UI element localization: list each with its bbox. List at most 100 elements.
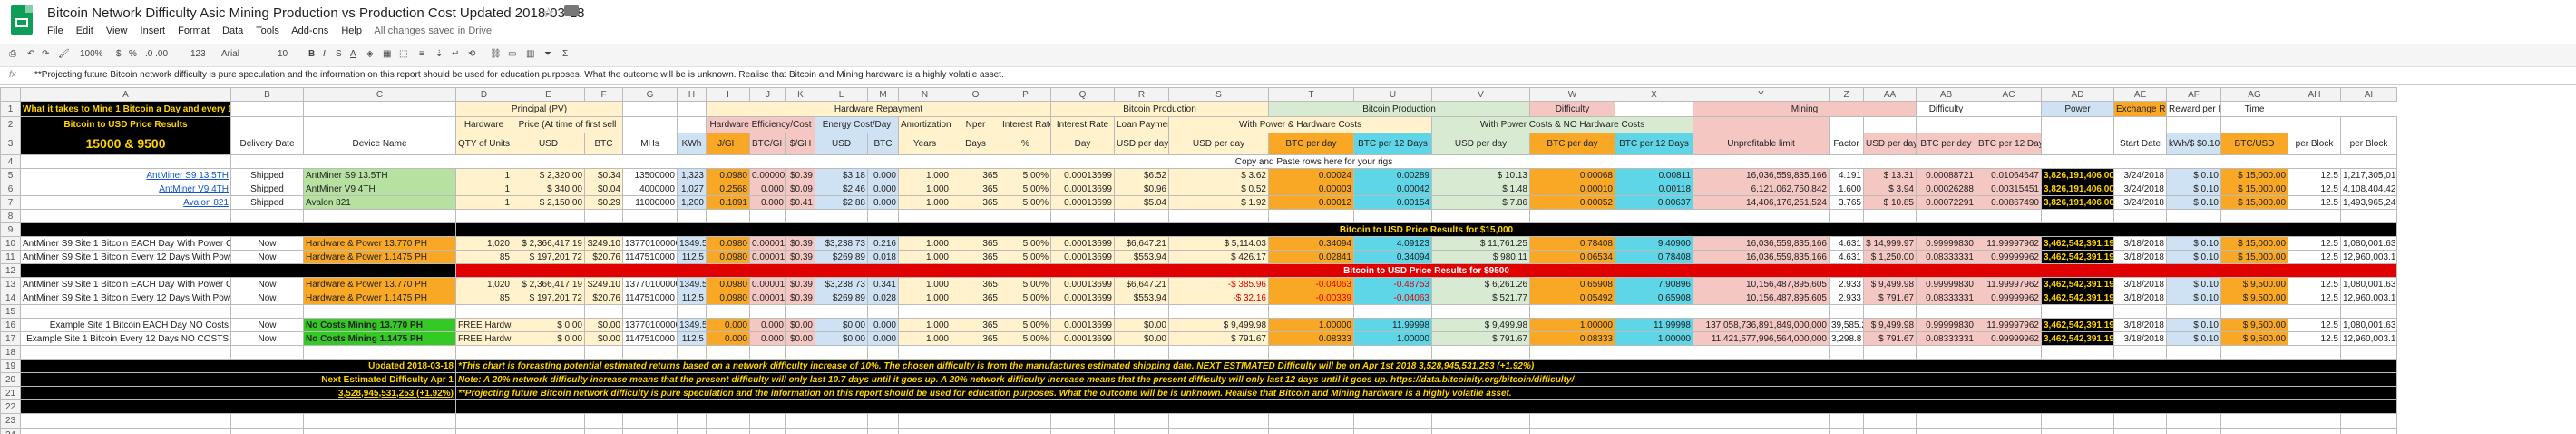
cell-d[interactable]: FREE Hardware [455,331,512,346]
cell-ag[interactable]: $ 15,000.00 [2220,250,2288,264]
cell[interactable] [2220,413,2288,429]
cell-j[interactable]: 0.000 [749,182,786,196]
footer-updated[interactable]: Updated 2018-03-18 [20,359,456,373]
cell-ag[interactable]: $ 9,500.00 [2220,331,2288,346]
cell-i[interactable]: 0.2568 [706,182,750,196]
col-label-btcperday[interactable]: BTC per day [1268,133,1354,155]
int-rate2-header[interactable]: Interest Rate [1050,116,1115,133]
cell[interactable] [1529,209,1615,223]
cell-t[interactable]: 0.08333 [1268,331,1354,346]
cell-aa[interactable]: $ 9,499.98 [1863,277,1917,291]
cell-q[interactable]: 0.00013699 [1050,277,1115,291]
cell-af[interactable]: $ 0.10 [2166,182,2221,196]
column-header[interactable]: C [303,87,456,102]
cell-n[interactable]: 1.000 [898,168,951,182]
cell[interactable] [230,101,304,117]
btc-prod-header[interactable]: Bitcoin Production [1050,101,1269,117]
row-header[interactable]: 17 [0,331,21,346]
cell-ab[interactable]: 0.00072291 [1916,195,1976,210]
cell[interactable] [1976,304,2042,319]
cell-e[interactable]: $ 2,366,417.19 [512,277,585,291]
cell[interactable] [785,428,815,434]
cell-p[interactable]: 5.00% [1000,331,1051,346]
cell[interactable] [1268,345,1354,360]
cell-a[interactable]: AntMiner S9 Site 1 Bitcoin EACH Day With… [20,277,231,291]
cell-d[interactable]: 85 [455,250,512,264]
cell[interactable] [1693,304,1830,319]
cell-af[interactable]: $ 0.10 [2166,331,2221,346]
cell-z[interactable]: 2.933 [1829,291,1864,305]
cell-k[interactable]: $0.39 [785,236,815,251]
cell-u[interactable]: 0.00042 [1353,182,1432,196]
cell-i[interactable]: 0.0980 [706,168,750,182]
col-label-factor[interactable]: Factor [1829,133,1864,155]
cell[interactable] [898,345,951,360]
cell-ag[interactable]: $ 15,000.00 [2220,195,2288,210]
cell[interactable] [785,209,815,223]
redo-icon[interactable]: ↷ [42,49,49,59]
cell-t[interactable]: 0.00024 [1268,168,1354,182]
row-header[interactable]: 9 [0,222,21,237]
cell[interactable] [2340,428,2397,434]
cell[interactable] [749,209,786,223]
menu-data[interactable]: Data [222,25,243,36]
cell-l[interactable]: $2.88 [815,195,868,210]
cell[interactable] [1168,413,1269,429]
cell-x[interactable]: 1.00000 [1615,331,1693,346]
cell[interactable] [1431,209,1530,223]
cell-p[interactable]: 5.00% [1000,195,1051,210]
column-header[interactable]: G [622,87,678,102]
column-header[interactable]: X [1615,87,1693,102]
footer-line-3[interactable]: **Projecting future Bitcoin network diff… [455,386,2397,400]
cell-m[interactable]: 0.000 [867,318,899,332]
cell-q[interactable]: 0.00013699 [1050,331,1115,346]
column-header[interactable]: E [512,87,585,102]
cell[interactable] [677,116,707,133]
cell-ab[interactable]: 0.08333331 [1916,250,1976,264]
cell-ab[interactable]: 0.99999830 [1916,236,1976,251]
cell[interactable] [2340,304,2397,319]
cell-r[interactable]: $0.96 [1114,182,1169,196]
cell-f[interactable]: $249.10 [584,277,623,291]
cell[interactable] [455,345,512,360]
cell[interactable] [1268,209,1354,223]
col-label-sgh[interactable]: $/GH [785,133,815,155]
cells-table[interactable]: A B C D E F G H I J K L M N O P Q R S T U V W X Y Z AA AB AC AD AE AF AG… [0,87,2397,434]
cell[interactable] [1268,304,1354,319]
cell-d[interactable]: 1 [455,168,512,182]
cell[interactable] [20,345,231,360]
cell[interactable] [1431,345,1530,360]
cell[interactable] [455,413,512,429]
cell[interactable] [1168,304,1269,319]
cell-u[interactable]: -0.04063 [1353,291,1432,305]
cell-e[interactable]: $ 0.00 [512,331,585,346]
cell[interactable] [706,209,750,223]
cell-o[interactable]: 365 [951,182,1000,196]
cell-w[interactable]: 0.78408 [1529,236,1615,251]
cell-q[interactable]: 0.00013699 [1050,182,1115,196]
cell-a[interactable]: AntMiner S9 Site 1 Bitcoin EACH Day With… [20,236,231,251]
hw-repay-header[interactable]: Hardware Repayment [706,101,1051,117]
cell[interactable] [2220,304,2288,319]
row-header[interactable]: 21 [0,386,21,400]
cell-n[interactable]: 1.000 [898,195,951,210]
cell-h[interactable]: 1349.5 [677,236,707,251]
cell[interactable] [2041,413,2114,429]
cell-a[interactable]: Example Site 1 Bitcoin Every 12 Days NO … [20,331,231,346]
cell[interactable] [867,428,899,434]
cell[interactable] [749,304,786,319]
col-label-perblock2[interactable]: per Block [2340,133,2397,155]
cell-ae[interactable]: 3/18/2018 [2113,318,2167,332]
cell-ac[interactable]: 0.00315451 [1976,182,2042,196]
cell[interactable] [2220,116,2288,133]
cell[interactable] [2113,209,2167,223]
cell-p[interactable]: 5.00% [1000,277,1051,291]
column-header[interactable]: J [749,87,786,102]
row-header[interactable]: 19 [0,359,21,373]
cell-o[interactable]: 365 [951,195,1000,210]
cell[interactable] [815,413,868,429]
italic-icon[interactable]: I [323,49,326,59]
cell[interactable] [1615,428,1693,434]
cell-m[interactable]: 0.028 [867,291,899,305]
cell-l[interactable]: $3.18 [815,168,868,182]
